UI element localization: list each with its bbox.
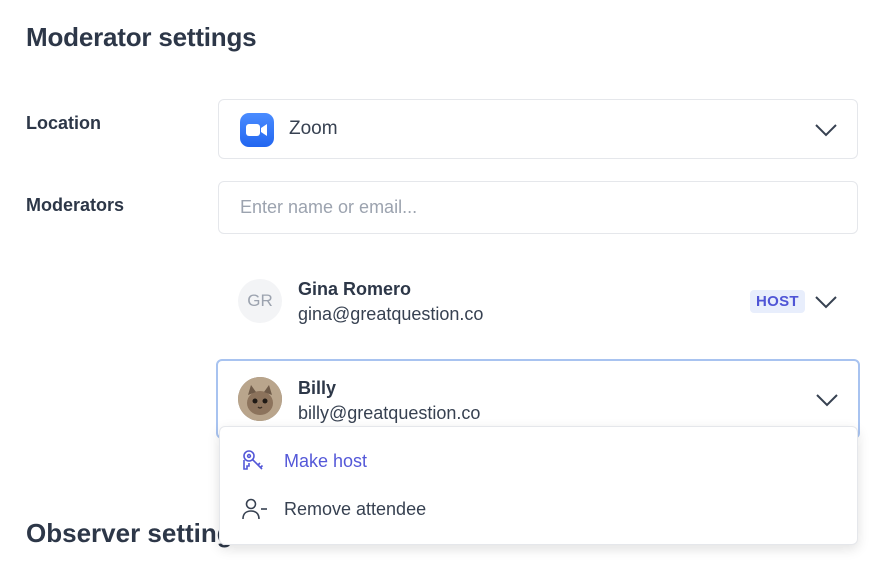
moderator-search-input[interactable]	[218, 181, 858, 234]
moderator-action-menu: Make host Remove attendee	[219, 426, 858, 545]
location-label: Location	[26, 113, 101, 133]
location-select[interactable]: Zoom	[218, 99, 858, 159]
keys-icon	[240, 447, 268, 475]
remove-attendee-menu-item[interactable]: Remove attendee	[220, 487, 857, 531]
moderator-row-gina: GR Gina Romero gina@greatquestion.co HOS…	[218, 262, 858, 340]
remove-attendee-label: Remove attendee	[284, 498, 427, 519]
moderator-name: Gina Romero	[298, 279, 412, 299]
moderator-name: Billy	[298, 378, 337, 398]
chevron-down-icon[interactable]	[815, 295, 837, 309]
chevron-down-icon[interactable]	[816, 393, 838, 407]
zoom-icon	[240, 113, 274, 147]
moderator-email: billy@greatquestion.co	[298, 403, 481, 423]
make-host-menu-item[interactable]: Make host	[220, 439, 857, 483]
location-value: Zoom	[289, 118, 338, 139]
page-title: Moderator settings	[26, 22, 257, 52]
chevron-down-icon[interactable]	[815, 123, 837, 137]
user-minus-icon	[240, 495, 268, 523]
moderator-email: gina@greatquestion.co	[298, 304, 484, 324]
avatar	[238, 377, 282, 421]
host-badge: HOST	[750, 290, 805, 313]
observer-settings-title: Observer settings	[26, 518, 248, 548]
moderators-label: Moderators	[26, 195, 125, 215]
make-host-label: Make host	[284, 450, 368, 471]
avatar: GR	[238, 279, 282, 323]
